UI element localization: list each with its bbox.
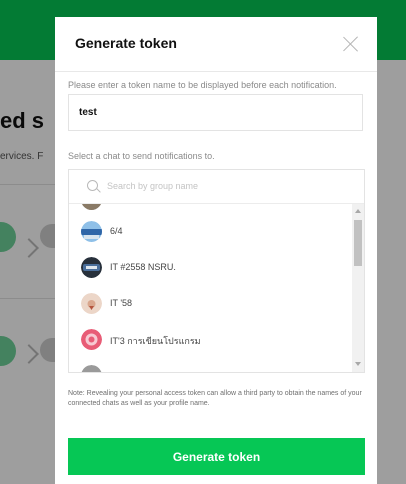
chat-name: IT'3 การเขียนโปรแกรม: [110, 336, 201, 346]
group-search-input[interactable]: [107, 178, 337, 194]
close-icon[interactable]: [342, 35, 360, 53]
scroll-up-arrow-icon[interactable]: [355, 209, 361, 213]
chat-name: 6/4: [110, 226, 123, 236]
group-search: [69, 170, 364, 204]
search-icon: [87, 180, 98, 191]
dialog-title: Generate token: [75, 35, 177, 51]
chat-list-item[interactable]: IT '58: [69, 286, 351, 322]
chat-avatar: [81, 204, 102, 210]
title-divider: [55, 71, 377, 72]
chat-avatar: [81, 257, 102, 278]
chat-list: 6/4 IT #2558 NSRU. IT '58 IT'3 การเขียนโ…: [69, 204, 351, 372]
token-name-label: Please enter a token name to be displaye…: [68, 80, 337, 90]
chat-avatar: [81, 221, 102, 242]
chat-list-item[interactable]: IT'3 การเขียนโปรแกรม: [69, 322, 351, 358]
generate-token-button[interactable]: Generate token: [68, 438, 365, 475]
chat-avatar: [81, 329, 102, 350]
chat-name: IT '58: [110, 298, 133, 308]
chat-avatar: [81, 293, 102, 314]
chat-select-box: 6/4 IT #2558 NSRU. IT '58 IT'3 การเขียนโ…: [68, 169, 365, 373]
privacy-note: Note: Revealing your personal access tok…: [68, 390, 362, 407]
chat-list-item[interactable]: [69, 358, 351, 372]
token-name-input[interactable]: [68, 94, 363, 131]
chat-list-item[interactable]: 6/4: [69, 214, 351, 250]
chat-list-scrollbar[interactable]: [352, 204, 364, 372]
chat-avatar: [81, 365, 102, 372]
chat-list-item[interactable]: IT #2558 NSRU.: [69, 250, 351, 286]
chat-select-label: Select a chat to send notifications to.: [68, 151, 215, 161]
scroll-down-arrow-icon[interactable]: [355, 362, 361, 366]
scrollbar-thumb[interactable]: [354, 220, 362, 266]
chat-name: IT #2558 NSRU.: [110, 262, 176, 272]
generate-token-dialog: Generate token Please enter a token name…: [55, 17, 377, 484]
